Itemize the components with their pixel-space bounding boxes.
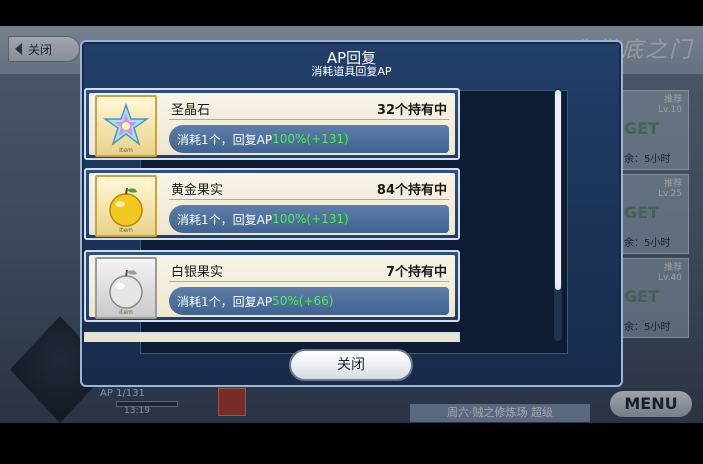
item-count: 32个持有中 [376, 103, 447, 118]
close-button[interactable]: 关闭 [289, 349, 413, 381]
recover-item-partial[interactable] [84, 332, 460, 342]
scrollbar-thumb[interactable] [555, 90, 561, 290]
item-effect: 消耗1个，回复AP 100%(+131) [169, 205, 449, 233]
item-effect: 消耗1个，回复AP 100%(+131) [169, 125, 449, 153]
dialog-subtitle: 消耗道具回复AP [311, 65, 392, 78]
scrollbar[interactable] [554, 88, 562, 341]
recover-item-saint-quartz[interactable]: Item 圣晶石 32个持有中 消耗1个，回复AP 100%(+131) [84, 88, 460, 160]
item-name: 圣晶石 [171, 103, 211, 118]
item-name: 黄金果实 [171, 183, 224, 198]
saint-quartz-icon: Item [95, 95, 157, 157]
dialog-title: AP回复 [326, 49, 377, 67]
item-name: 白银果实 [171, 265, 224, 280]
recover-item-golden-apple[interactable]: Item 黄金果实 84个持有中 消耗1个，回复AP 100%(+131) [84, 168, 460, 240]
silver-apple-icon: Item [95, 257, 157, 319]
recover-item-silver-apple[interactable]: Item 白银果实 7个持有中 消耗1个，回复AP 50%(+66) [84, 250, 460, 322]
item-count: 7个持有中 [385, 265, 447, 280]
item-count: 84个持有中 [376, 183, 447, 198]
golden-apple-icon: Item [95, 175, 157, 237]
item-effect: 消耗1个，回复AP 50%(+66) [169, 287, 449, 315]
